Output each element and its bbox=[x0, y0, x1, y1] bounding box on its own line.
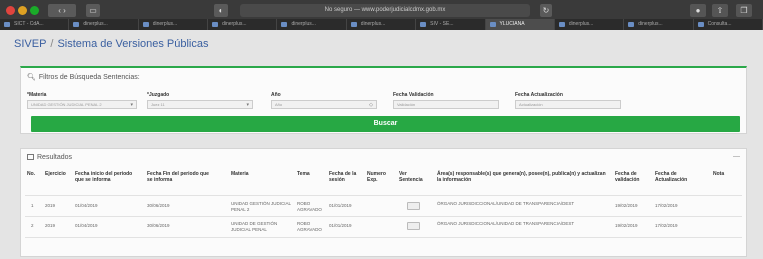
chevron-down-icon: ▾ bbox=[246, 102, 249, 108]
search-button[interactable]: Buscar bbox=[31, 116, 740, 132]
browser-tab[interactable]: SICT - CdA... bbox=[0, 19, 70, 30]
table-cell: 17/02/2019 bbox=[655, 203, 678, 208]
table-cell: ROBO AGRAVADO bbox=[297, 201, 322, 212]
download-icon[interactable]: ● bbox=[690, 4, 706, 17]
table-cell: 1 bbox=[31, 203, 34, 208]
table-cell: 19/02/2019 bbox=[615, 203, 638, 208]
column-header: Fecha Fin del periodo que se informa bbox=[147, 171, 209, 183]
table-cell: 01/01/2019 bbox=[329, 203, 352, 208]
search-icon: 🔍︎ bbox=[27, 74, 36, 81]
column-header: Fecha de validación bbox=[615, 171, 640, 183]
page-title: Sistema de Versiones Públicas bbox=[57, 38, 209, 50]
collapse-button[interactable]: — bbox=[733, 153, 740, 160]
tab-bar: SICT - CdA... dinerplus... dinerplus... … bbox=[0, 19, 763, 30]
juzgado-label: *Juzgado bbox=[147, 92, 170, 98]
browser-tab[interactable]: dinerplus... bbox=[346, 19, 417, 30]
browser-tab[interactable]: dinerplus... bbox=[277, 19, 347, 30]
anio-label: Año bbox=[271, 92, 281, 98]
column-header: Fecha inicio del periodo que se informa bbox=[75, 171, 133, 183]
close-window-button[interactable] bbox=[6, 6, 15, 15]
back-forward-buttons[interactable]: ‹ › bbox=[48, 4, 76, 17]
column-header: Nota bbox=[713, 171, 725, 177]
column-header: Materia bbox=[231, 171, 249, 177]
fecha-actualizacion-label: Fecha Actualización bbox=[515, 92, 563, 98]
filters-panel: 🔍︎ Filtros de Búsqueda Sentencias: *Mater… bbox=[20, 66, 747, 134]
sidebar-toggle-icon[interactable]: ▭ bbox=[86, 4, 100, 17]
browser-tab[interactable]: SIV - SE... bbox=[416, 19, 486, 30]
table-cell: 30/06/2019 bbox=[147, 223, 170, 228]
materia-label: *Materia bbox=[27, 92, 47, 98]
table-cell: 2019 bbox=[45, 203, 56, 208]
table-cell: ÓRGANO JURISDICCIONAL/UNIDAD DE TRANSPAR… bbox=[437, 221, 575, 226]
minimize-window-button[interactable] bbox=[18, 6, 27, 15]
table-cell: 01/01/2019 bbox=[329, 223, 352, 228]
table-cell: 17/02/2019 bbox=[655, 223, 678, 228]
browser-tab[interactable]: dinerplus... bbox=[208, 19, 278, 30]
reload-icon[interactable]: ↻ bbox=[540, 4, 552, 17]
view-sentencia-button[interactable] bbox=[407, 202, 420, 210]
maximize-window-button[interactable] bbox=[30, 6, 39, 15]
browser-tab[interactable]: dinerplus... bbox=[624, 19, 694, 30]
chevron-down-icon: ▾ bbox=[130, 102, 133, 108]
browser-tab[interactable]: dinerplus... bbox=[138, 19, 209, 30]
page-header: SIVEP / Sistema de Versiones Públicas bbox=[14, 38, 209, 58]
table-cell: UNIDAD GESTIÓN JUDICIAL PENAL 2 bbox=[231, 201, 291, 212]
materia-select[interactable]: UNIDAD GESTIÓN JUDICIAL PENAL 2 ▾ bbox=[27, 100, 137, 109]
row-divider bbox=[25, 216, 742, 217]
reader-icon[interactable]: ◐ bbox=[214, 4, 228, 17]
column-header: Numero Exp. bbox=[367, 171, 386, 183]
header-divider bbox=[25, 195, 742, 196]
new-tab-icon[interactable]: ❐ bbox=[736, 4, 752, 17]
browser-window: ‹ › ▭ ◐ No seguro — www.poderjudicialcdm… bbox=[0, 0, 763, 259]
table-cell: UNIDAD DE GESTIÓN JUDICIAL PENAL bbox=[231, 221, 278, 232]
column-header: Fecha de la sesión bbox=[329, 171, 357, 183]
table-cell: 2019 bbox=[45, 223, 56, 228]
browser-titlebar: ‹ › ▭ ◐ No seguro — www.poderjudicialcdm… bbox=[0, 0, 763, 30]
table-cell: 01/04/2019 bbox=[75, 223, 98, 228]
app-name[interactable]: SIVEP bbox=[14, 38, 46, 50]
browser-tab[interactable]: dinerplus... bbox=[69, 19, 139, 30]
anio-select[interactable]: Año ◇ bbox=[271, 100, 377, 109]
column-header: Ejercicio bbox=[45, 171, 66, 177]
table-cell: ROBO AGRAVADO bbox=[297, 221, 322, 232]
column-header: Fecha de Actualización bbox=[655, 171, 688, 183]
breadcrumb-separator: / bbox=[50, 38, 54, 50]
table-cell: 19/02/2019 bbox=[615, 223, 638, 228]
view-sentencia-button[interactable] bbox=[407, 222, 420, 230]
column-header: Área(s) responsable(s) que genera(n), po… bbox=[437, 171, 606, 183]
table-cell: 30/06/2019 bbox=[147, 203, 170, 208]
row-divider bbox=[25, 237, 742, 238]
table-cell: ÓRGANO JURISDICCIONAL/UNIDAD DE TRANSPAR… bbox=[437, 201, 575, 206]
table-cell: 01/04/2019 bbox=[75, 203, 98, 208]
chevron-down-icon: ◇ bbox=[369, 102, 373, 108]
results-title: Resultados bbox=[27, 154, 72, 161]
share-icon[interactable]: ⇧ bbox=[712, 4, 728, 17]
browser-tab[interactable]: Consulta... bbox=[693, 19, 763, 30]
page-content: SIVEP / Sistema de Versiones Públicas 🔍︎ Fi… bbox=[0, 30, 763, 259]
table-cell: 2 bbox=[31, 223, 34, 228]
juzgado-select[interactable]: Juez 11 ▾ bbox=[147, 100, 253, 109]
table-icon bbox=[27, 154, 34, 160]
column-header: Ver Sentencia bbox=[399, 171, 423, 183]
fecha-actualizacion-input[interactable]: Actualización bbox=[515, 100, 621, 109]
address-bar[interactable]: No seguro — www.poderjudicialcdmx.gob.mx bbox=[240, 4, 530, 17]
column-header: No. bbox=[27, 171, 36, 177]
browser-tab-active[interactable]: YLUCIANA bbox=[485, 19, 555, 30]
column-header: Tema bbox=[297, 171, 310, 177]
results-panel: Resultados — No. Ejercicio Fecha inicio … bbox=[20, 148, 747, 257]
fecha-validacion-label: Fecha Validación bbox=[393, 92, 434, 98]
filters-title: 🔍︎ Filtros de Búsqueda Sentencias: bbox=[27, 74, 140, 81]
browser-tab[interactable]: dinerplus... bbox=[554, 19, 625, 30]
fecha-validacion-input[interactable]: Validación bbox=[393, 100, 499, 109]
